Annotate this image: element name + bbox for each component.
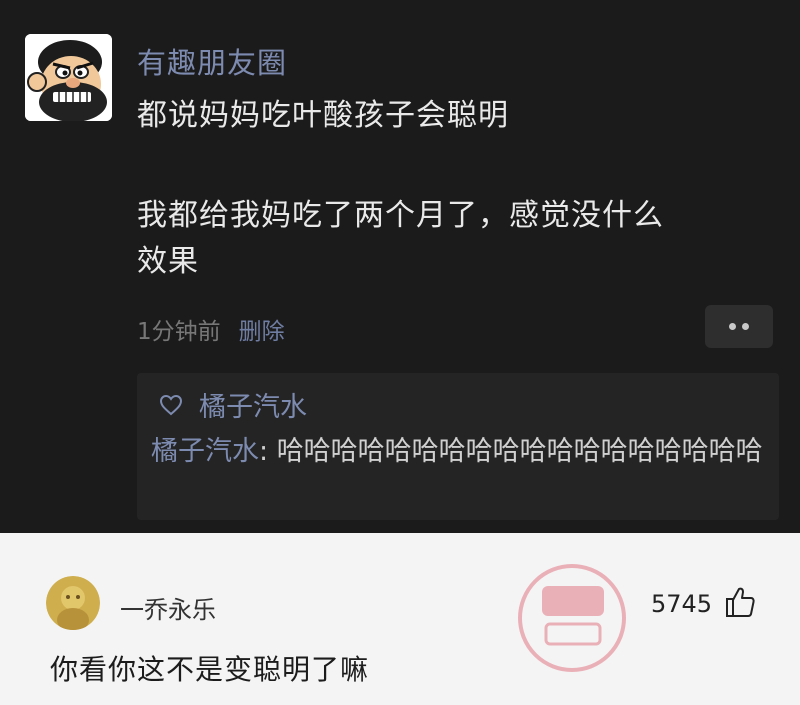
comment-text: 橘子汽水: 哈哈哈哈哈哈哈哈哈哈哈哈哈哈哈哈哈哈 — [151, 433, 771, 471]
reply-text: 你看你这不是变聪明了嘛 — [50, 653, 370, 686]
comment-body: 哈哈哈哈哈哈哈哈哈哈哈哈哈哈哈哈哈哈 — [276, 436, 763, 467]
delete-link[interactable]: 删除 — [239, 319, 285, 345]
post-text-line: 我都给我妈吃了两个月了，感觉没什么 — [137, 198, 664, 233]
moment-post: 有趣朋友圈 都说妈妈吃叶酸孩子会聪明 我都给我妈吃了两个月了，感觉没什么 效果 … — [0, 0, 800, 533]
more-dots-icon — [742, 323, 749, 330]
likes-comments-box: 橘子汽水 橘子汽水: 哈哈哈哈哈哈哈哈哈哈哈哈哈哈哈哈哈哈 — [137, 373, 779, 520]
post-time: 1分钟前 — [137, 319, 221, 345]
watermark-stamp — [518, 564, 626, 672]
more-button[interactable] — [705, 305, 773, 348]
like-row: 橘子汽水 — [159, 385, 307, 424]
user-avatar[interactable] — [46, 576, 100, 630]
post-meta: 1分钟前 删除 — [137, 312, 285, 346]
comment-author[interactable]: 橘子汽水 — [151, 436, 259, 467]
liker-name[interactable]: 橘子汽水 — [199, 385, 307, 424]
reply-card: 一乔永乐 5745 你看你这不是变聪明了嘛 — [0, 533, 800, 705]
thumb-up-icon[interactable] — [724, 585, 756, 619]
heart-icon — [159, 394, 183, 415]
user-name[interactable]: 一乔永乐 — [120, 590, 216, 625]
poster-avatar[interactable] — [25, 34, 112, 121]
like-count: 5745 — [651, 590, 713, 618]
comment-separator: : — [259, 436, 277, 467]
poster-name[interactable]: 有趣朋友圈 — [137, 40, 287, 82]
post-text-line: 效果 — [137, 244, 199, 279]
more-dots-icon — [729, 323, 736, 330]
post-text-line: 都说妈妈吃叶酸孩子会聪明 — [137, 98, 509, 133]
